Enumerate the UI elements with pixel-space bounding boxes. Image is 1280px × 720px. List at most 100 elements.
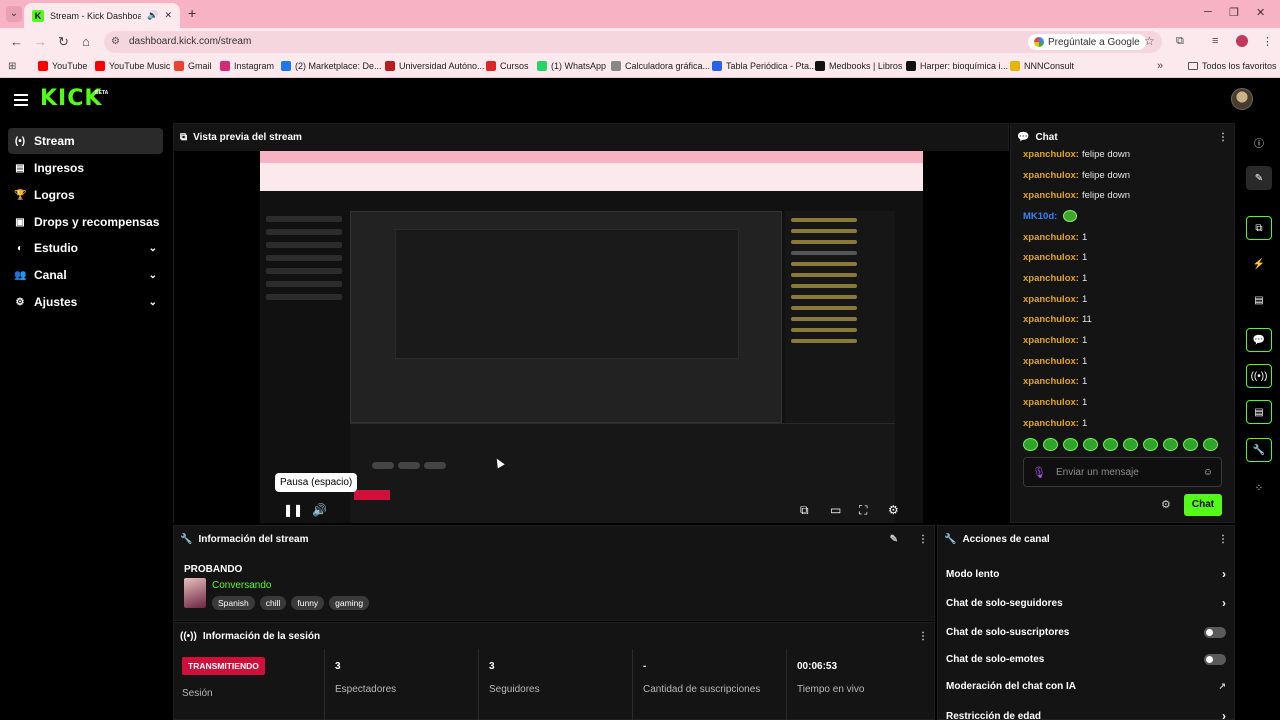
bookmark-item[interactable]: (1) WhatsApp [537, 61, 606, 71]
media-control-icon[interactable]: ≡ [1212, 35, 1218, 47]
bookmark-star-icon[interactable]: ☆ [1144, 34, 1155, 48]
stream-info-menu-icon[interactable]: ⋮ [918, 534, 928, 545]
chat-username[interactable]: xpanchulox [1023, 273, 1076, 284]
bookmark-item[interactable]: NNNConsult [1010, 61, 1074, 71]
user-avatar[interactable] [1231, 88, 1253, 110]
browser-menu-icon[interactable]: ⋮ [1262, 35, 1273, 48]
bookmarks-overflow-icon[interactable]: » [1157, 60, 1163, 72]
chat-username[interactable]: xpanchulox [1023, 356, 1076, 367]
emote-icon[interactable] [1143, 438, 1158, 451]
home-icon[interactable]: ⌂ [82, 34, 90, 49]
bookmark-item[interactable]: Calculadora gráfica... [611, 61, 710, 71]
chat-username[interactable]: xpanchulox [1023, 335, 1076, 346]
bookmark-item[interactable]: Medbooks | Libros [815, 61, 902, 71]
extensions-icon[interactable]: ⧉ [1176, 35, 1184, 48]
chat-username[interactable]: xpanchulox [1023, 397, 1076, 408]
toggle-switch[interactable] [1204, 626, 1226, 638]
chat-username[interactable]: xpanchulox [1023, 232, 1076, 243]
bookmark-item[interactable]: (2) Marketplace: De... [281, 61, 382, 71]
emote-icon[interactable] [1183, 438, 1198, 451]
theater-mode-icon[interactable]: ▭ [830, 503, 841, 517]
address-bar[interactable]: ⚙ dashboard.kick.com/stream Pregúntale a… [104, 31, 1162, 53]
tag-chip[interactable]: funny [291, 596, 325, 610]
emote-icon[interactable] [1043, 438, 1058, 451]
chat-settings-icon[interactable]: ⚙ [1161, 498, 1171, 511]
reload-icon[interactable]: ↻ [58, 34, 69, 50]
chevron-right-icon[interactable]: › [1222, 709, 1226, 720]
ask-google-button[interactable]: Pregúntale a Google [1028, 34, 1146, 50]
sidebar-item-ingresos[interactable]: ▤ Ingresos [8, 155, 163, 181]
bookmark-item[interactable]: Tabla Periódica - Pta... [712, 61, 817, 71]
emote-icon[interactable] [1123, 438, 1138, 451]
session-toggle-icon[interactable]: ▤ [1246, 400, 1272, 424]
site-info-icon[interactable]: ⚙ [111, 36, 120, 47]
sidebar-item-ajustes[interactable]: ⚙ Ajustes ⌄ [8, 289, 163, 315]
chat-username[interactable]: xpanchulox [1023, 294, 1076, 305]
tab-search-button[interactable]: ⌄ [6, 6, 22, 22]
kick-logo[interactable]: KICK [40, 86, 102, 111]
document-icon[interactable]: ▤ [1246, 288, 1272, 312]
chevron-right-icon[interactable]: › [1222, 596, 1226, 610]
emote-icon[interactable] [1063, 438, 1078, 451]
chat-input[interactable]: 🎙 Enviar un mensaje ☺ [1023, 457, 1222, 487]
session-info-menu-icon[interactable]: ⋮ [918, 631, 928, 642]
pip-icon[interactable]: ⧉ [800, 503, 809, 518]
info-icon[interactable]: ⓘ [1246, 130, 1272, 154]
edit-pencil-icon[interactable]: ✎ [890, 534, 898, 545]
emote-icon[interactable] [1163, 438, 1178, 451]
external-link-icon[interactable]: ↗ [1218, 681, 1226, 692]
volume-icon[interactable]: 🔊 [312, 503, 327, 517]
chat-username[interactable]: xpanchulox [1023, 190, 1076, 201]
chat-username[interactable]: xpanchulox [1023, 376, 1076, 387]
chat-menu-icon[interactable]: ⋮ [1218, 132, 1228, 143]
bookmark-item[interactable]: YouTube Music [95, 61, 170, 71]
channel-action-row[interactable]: Modo lento › [946, 564, 1226, 584]
chat-username[interactable]: xpanchulox [1023, 418, 1076, 429]
channel-action-row[interactable]: Chat de solo-seguidores › [946, 593, 1226, 613]
wrench-toggle-icon[interactable]: 🔧 [1246, 438, 1272, 462]
bookmark-item[interactable]: Universidad Autóno... [385, 61, 485, 71]
menu-icon[interactable] [14, 94, 28, 106]
chat-username[interactable]: xpanchulox [1023, 149, 1076, 160]
broadcast-toggle-icon[interactable]: ((•)) [1246, 364, 1272, 388]
new-tab-button[interactable]: + [188, 5, 196, 21]
channel-action-row[interactable]: Restricción de edad › [946, 706, 1226, 720]
chat-username[interactable]: xpanchulox [1023, 170, 1076, 181]
lightning-icon[interactable]: ⚡ [1246, 252, 1272, 276]
chat-username[interactable]: xpanchulox [1023, 314, 1076, 325]
fullscreen-icon[interactable]: ⛶ [859, 503, 867, 518]
browser-tab-active[interactable]: K Stream - Kick Dashboard 🔊 ✕ [24, 3, 180, 28]
emote-icon[interactable] [1103, 438, 1118, 451]
emote-icon[interactable] [1023, 438, 1038, 451]
sidebar-item-stream[interactable]: (•) Stream [8, 128, 163, 154]
emoji-icon[interactable]: ☺ [1203, 467, 1213, 478]
sidebar-item-canal[interactable]: 👥 Canal ⌄ [8, 262, 163, 288]
browser-profile-avatar[interactable] [1236, 35, 1248, 47]
restore-icon[interactable]: ❐ [1229, 6, 1239, 19]
chevron-right-icon[interactable]: › [1222, 567, 1226, 581]
chat-username[interactable]: MK10d [1023, 211, 1054, 222]
tag-chip[interactable]: chill [259, 596, 287, 610]
edit-icon[interactable]: ✎ [1246, 166, 1272, 190]
chat-username[interactable]: xpanchulox [1023, 252, 1076, 263]
toggle-switch[interactable] [1204, 653, 1226, 665]
close-tab-icon[interactable]: ✕ [164, 10, 172, 21]
forward-icon[interactable]: → [34, 34, 47, 49]
settings-icon[interactable]: ⚙ [888, 503, 899, 517]
speaker-icon[interactable]: 🔊 [147, 10, 158, 21]
bookmark-item[interactable]: Instagram [220, 61, 274, 71]
bookmark-item[interactable]: Cursos [486, 61, 529, 71]
emote-icon[interactable] [1083, 438, 1098, 451]
channel-action-row[interactable]: Chat de solo-emotes [946, 649, 1226, 669]
close-window-icon[interactable]: ✕ [1256, 6, 1265, 19]
channel-actions-menu-icon[interactable]: ⋮ [1218, 534, 1228, 545]
chat-toggle-icon[interactable]: 💬 [1246, 328, 1272, 352]
all-bookmarks[interactable]: Todos los favoritos [1188, 61, 1277, 71]
sidebar-item-estudio[interactable]: ◐ Estudio ⌄ [8, 235, 163, 261]
stream-video[interactable]: Pausa (espacio) ❚❚ 🔊 ⧉ ▭ ⛶ ⚙ [174, 151, 1010, 523]
emote-icon[interactable] [1203, 438, 1218, 451]
minimize-icon[interactable]: ─ [1204, 6, 1212, 18]
preview-toggle-icon[interactable]: ⧉ [1246, 216, 1272, 240]
sidebar-item-logros[interactable]: 🏆 Logros [8, 182, 163, 208]
sidebar-item-drops[interactable]: ▣ Drops y recompensas [8, 209, 163, 235]
